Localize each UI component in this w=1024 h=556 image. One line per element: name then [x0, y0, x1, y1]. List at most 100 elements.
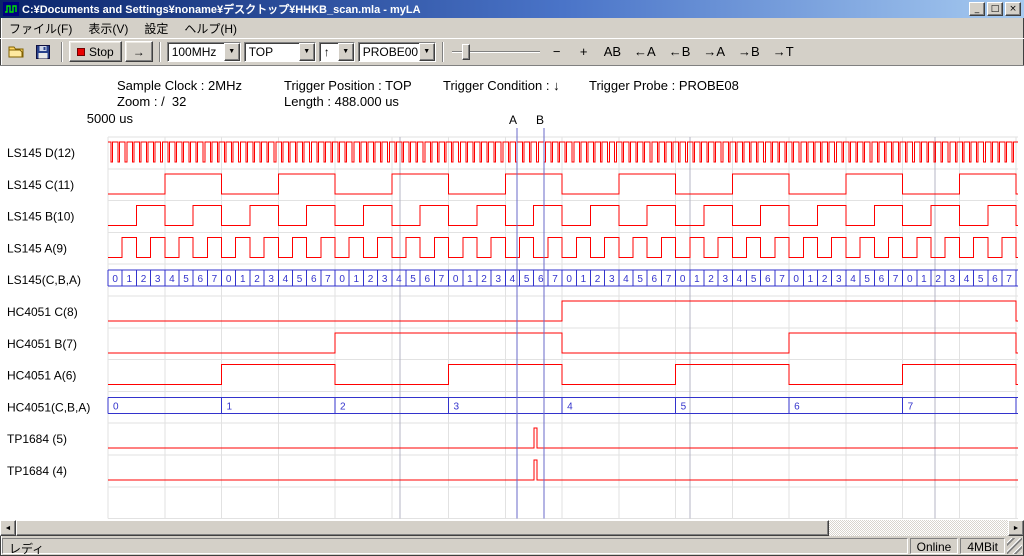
bus-value: 5	[637, 274, 643, 285]
dropdown-arrow-icon[interactable]: ▼	[299, 43, 315, 61]
bus-value: 3	[454, 401, 460, 412]
app-icon	[3, 2, 19, 16]
open-button[interactable]	[4, 41, 28, 63]
bus-value: 3	[609, 274, 615, 285]
bus-value: 6	[424, 274, 430, 285]
bus-value: 5	[183, 274, 189, 285]
stop-icon	[77, 48, 85, 56]
bus-value: 7	[893, 274, 899, 285]
probe-select[interactable]: PROBE00 ▼	[358, 42, 436, 62]
scroll-right-button[interactable]: ►	[1008, 520, 1024, 536]
sample-rate-value: 100MHz	[168, 43, 224, 61]
menu-file[interactable]: ファイル(F)	[1, 18, 80, 39]
bus-value: 7	[666, 274, 672, 285]
bus-value: 1	[921, 274, 927, 285]
goto-b-backward-button[interactable]: ←B	[664, 41, 696, 62]
bus-value: 2	[595, 274, 601, 285]
slider-thumb[interactable]	[462, 44, 470, 60]
bus-value: 5	[297, 274, 303, 285]
scrollbar-track[interactable]	[16, 520, 1008, 536]
app-window: C:¥Documents and Settings¥noname¥デスクトップ¥…	[0, 0, 1024, 556]
bus-value: 2	[340, 401, 346, 412]
horizontal-scrollbar[interactable]: ◄ ►	[0, 520, 1024, 536]
waveform-pulse-trace	[108, 428, 1018, 448]
bus-value: 4	[623, 274, 629, 285]
window-controls: _ □ ×	[969, 2, 1021, 16]
bus-value: 7	[1006, 274, 1012, 285]
bus-value: 3	[155, 274, 161, 285]
bus-value: 7	[779, 274, 785, 285]
goto-b-forward-button[interactable]: →B	[733, 41, 765, 62]
status-memory: 4MBit	[960, 538, 1005, 554]
titlebar: C:¥Documents and Settings¥noname¥デスクトップ¥…	[0, 0, 1024, 18]
bus-value: 6	[765, 274, 771, 285]
bus-value: 3	[495, 274, 501, 285]
bus-value: 1	[581, 274, 587, 285]
bus-value: 2	[481, 274, 487, 285]
bus-value: 5	[978, 274, 984, 285]
bus-value: 2	[141, 274, 147, 285]
dropdown-arrow-icon[interactable]: ▼	[419, 43, 435, 61]
goto-trigger-button[interactable]: →T	[768, 41, 799, 62]
scrollbar-thumb[interactable]	[16, 520, 829, 536]
open-folder-icon	[8, 45, 24, 58]
bus-value: 1	[240, 274, 246, 285]
waveform-strobe-trace	[108, 142, 1018, 162]
bus-value: 6	[652, 274, 658, 285]
bus-value: 7	[439, 274, 445, 285]
bus-value: 1	[354, 274, 360, 285]
cursor-label-b: B	[536, 113, 544, 127]
menu-settings[interactable]: 設定	[136, 18, 176, 39]
stop-button[interactable]: Stop	[69, 41, 122, 62]
dropdown-arrow-icon[interactable]: ▼	[338, 43, 354, 61]
status-online: Online	[910, 538, 959, 554]
bus-value: 1	[694, 274, 700, 285]
bus-value: 2	[822, 274, 828, 285]
dropdown-arrow-icon[interactable]: ▼	[224, 43, 240, 61]
bus-value: 0	[339, 274, 345, 285]
bus-value: 6	[992, 274, 998, 285]
zoom-in-button[interactable]: +	[572, 41, 596, 62]
waveform-square-trace	[108, 174, 1018, 194]
bus-value: 3	[722, 274, 728, 285]
scroll-left-button[interactable]: ◄	[0, 520, 16, 536]
bus-value: 5	[524, 274, 530, 285]
zoom-out-button[interactable]: −	[545, 41, 569, 62]
channel-label: HC4051 A(6)	[7, 369, 76, 383]
channel-label: HC4051 B(7)	[7, 337, 77, 351]
close-button[interactable]: ×	[1005, 2, 1021, 16]
goto-a-backward-button[interactable]: ←A	[629, 41, 661, 62]
trigger-position-select[interactable]: TOP ▼	[244, 42, 316, 62]
menubar: ファイル(F) 表示(V) 設定 ヘルプ(H)	[0, 18, 1024, 38]
menu-view[interactable]: 表示(V)	[80, 18, 136, 39]
run-arrow-icon: →	[133, 45, 145, 59]
maximize-button[interactable]: □	[987, 2, 1003, 16]
bus-value: 0	[112, 274, 118, 285]
bus-value: 2	[935, 274, 941, 285]
bus-value: 4	[737, 274, 743, 285]
bus-value: 3	[382, 274, 388, 285]
bus-value: 4	[283, 274, 289, 285]
menu-help[interactable]: ヘルプ(H)	[176, 18, 245, 39]
waveform-square-trace	[108, 206, 1018, 226]
waveform-square-trace	[108, 365, 1018, 385]
bus-value: 7	[212, 274, 218, 285]
toolbar-separator	[61, 42, 63, 62]
bus-value: 7	[908, 401, 914, 412]
client-area: Sample Clock : 2MHz Trigger Position : T…	[0, 66, 1024, 520]
resize-grip[interactable]	[1007, 538, 1022, 554]
save-button[interactable]	[31, 41, 55, 63]
run-button[interactable]: →	[125, 41, 153, 62]
trigger-edge-select[interactable]: ↑ ▼	[319, 42, 355, 62]
bus-value: 7	[325, 274, 331, 285]
bus-value: 5	[681, 401, 687, 412]
sample-rate-select[interactable]: 100MHz ▼	[167, 42, 241, 62]
channel-label: LS145 B(10)	[7, 210, 74, 224]
zoom-slider[interactable]	[450, 42, 542, 62]
channel-label: LS145 A(9)	[7, 241, 67, 255]
ab-cursor-button[interactable]: AB	[599, 41, 626, 62]
bus-value: 4	[567, 401, 573, 412]
waveform-area[interactable]: 5000 usLS145 D(12)LS145 C(11)LS145 B(10)…	[0, 66, 1024, 520]
goto-a-forward-button[interactable]: →A	[698, 41, 730, 62]
minimize-button[interactable]: _	[969, 2, 985, 16]
